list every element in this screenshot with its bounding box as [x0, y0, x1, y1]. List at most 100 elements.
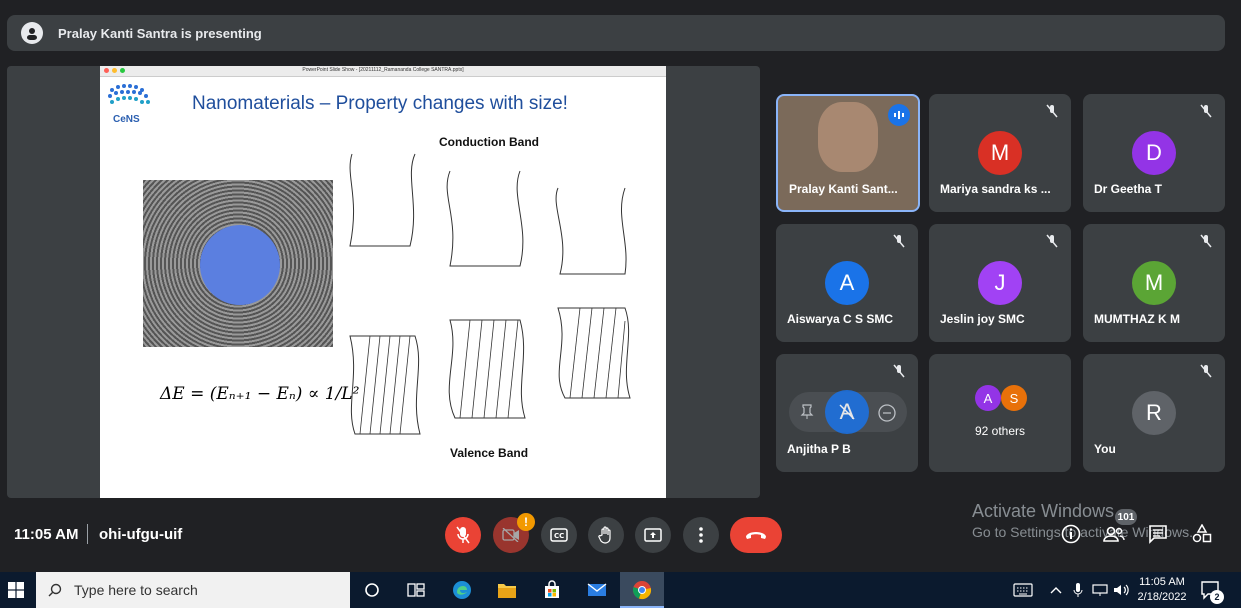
tray-mic[interactable] [1066, 578, 1090, 602]
presenting-text: Pralay Kanti Santra is presenting [58, 25, 262, 41]
cortana-icon [365, 583, 379, 597]
participant-name: Pralay Kanti Sant... [789, 182, 898, 196]
network-icon [1092, 584, 1108, 596]
hang-up-icon [746, 532, 766, 539]
camera-alert-badge: ! [517, 513, 535, 531]
mic-off-icon [1046, 104, 1058, 118]
show-hidden-icons-button[interactable] [1044, 578, 1068, 602]
windows-start-button[interactable] [4, 578, 28, 602]
svg-text:CC: CC [554, 532, 564, 540]
slide-title: Nanomaterials – Property changes with si… [192, 93, 568, 114]
remove-participant-icon[interactable] [877, 403, 897, 423]
band-diagram [349, 153, 631, 435]
chat-icon [1149, 525, 1167, 544]
presenter-avatar [21, 22, 43, 44]
participant-tile-presenter[interactable]: Pralay Kanti Sant... [776, 94, 920, 212]
info-icon [1061, 524, 1081, 544]
folder-icon [498, 584, 516, 598]
windows-taskbar: Type here to search 11:05 AM 2/18/2022 2 [0, 572, 1241, 608]
nanoparticle-highlight [200, 225, 280, 305]
participant-tile[interactable]: A Anjitha P B [776, 354, 918, 472]
chat-button[interactable] [1146, 522, 1170, 546]
more-vert-icon [699, 527, 703, 543]
keyboard-tray-button[interactable] [1011, 578, 1035, 602]
meeting-controls-bar: 11:05 AM ohi-ufgu-uif ! CC 101 [0, 508, 1241, 564]
presenting-banner: Pralay Kanti Santra is presenting [7, 15, 1225, 51]
search-icon [48, 583, 62, 597]
store-icon [545, 580, 559, 598]
taskbar-store[interactable] [540, 578, 564, 602]
show-everyone-button[interactable] [1102, 522, 1126, 546]
participant-name: Aiswarya C S SMC [787, 312, 894, 326]
participant-name: Mariya sandra ks ... [940, 182, 1051, 196]
participant-tile-self[interactable]: R You [1083, 354, 1225, 472]
cortana-button[interactable] [360, 578, 384, 602]
activities-icon [1192, 524, 1212, 543]
taskbar-file-explorer[interactable] [495, 578, 519, 602]
search-placeholder: Type here to search [74, 582, 198, 598]
others-tile[interactable]: A S 92 others [929, 354, 1071, 472]
taskbar-search-box[interactable]: Type here to search [36, 572, 350, 608]
participant-tile[interactable]: D Dr Geetha T [1083, 94, 1225, 212]
task-view-button[interactable] [404, 578, 428, 602]
people-count-badge: 101 [1115, 509, 1137, 525]
tray-network[interactable] [1088, 578, 1112, 602]
leave-call-button[interactable] [730, 517, 782, 553]
taskbar-edge[interactable] [450, 578, 474, 602]
participant-name: Jeslin joy SMC [940, 312, 1025, 326]
captions-button[interactable]: CC [541, 517, 577, 553]
participant-avatar: A [825, 261, 869, 305]
people-icon [1103, 526, 1125, 542]
meeting-time: 11:05 AM [14, 526, 79, 543]
camera-off-icon [502, 528, 519, 542]
others-avatar: S [1001, 385, 1027, 411]
taskbar-mail[interactable] [585, 578, 609, 602]
meeting-code: ohi-ufgu-uif [99, 526, 183, 543]
mail-icon [587, 583, 607, 596]
slideshow-titlebar: PowerPoint Slide Show - [20211112_Ramana… [100, 66, 666, 77]
present-screen-icon [644, 528, 662, 542]
captions-icon: CC [550, 528, 568, 542]
participant-tile[interactable]: J Jeslin joy SMC [929, 224, 1071, 342]
participant-avatar: M [1132, 261, 1176, 305]
activities-button[interactable] [1190, 522, 1214, 546]
participant-tile[interactable]: A Aiswarya C S SMC [776, 224, 918, 342]
participant-avatar: M [978, 131, 1022, 175]
mic-off-icon [1200, 104, 1212, 118]
slideshow-window-title: PowerPoint Slide Show - [20211112_Ramana… [302, 67, 464, 73]
more-options-button[interactable] [683, 517, 719, 553]
valence-band-label: Valence Band [450, 446, 529, 460]
presenter-video [818, 102, 878, 172]
participant-tile[interactable]: M MUMTHAZ K M [1083, 224, 1225, 342]
notification-count-badge: 2 [1210, 590, 1224, 604]
mic-off-icon [1200, 364, 1212, 378]
mute-participant-icon[interactable] [837, 402, 857, 422]
taskbar-chrome-active[interactable] [620, 572, 664, 608]
divider [87, 524, 88, 544]
pin-icon[interactable] [800, 404, 814, 420]
keyboard-icon [1013, 583, 1033, 597]
participant-avatar: R [1132, 391, 1176, 435]
present-now-button[interactable] [635, 517, 671, 553]
participant-name: Dr Geetha T [1094, 182, 1163, 196]
mic-toggle-button[interactable] [445, 517, 481, 553]
participant-name: You [1094, 442, 1116, 456]
edge-icon [453, 581, 471, 599]
clock-time: 11:05 AM [1139, 576, 1185, 588]
participant-avatar: J [978, 261, 1022, 305]
meeting-details-button[interactable] [1059, 522, 1083, 546]
taskbar-clock[interactable]: 11:05 AM 2/18/2022 [1136, 575, 1188, 605]
cens-logo-text: CeNS [113, 114, 140, 125]
mic-off-icon [456, 526, 470, 544]
mic-off-icon [893, 364, 905, 378]
shared-slide: PowerPoint Slide Show - [20211112_Ramana… [100, 66, 666, 498]
raise-hand-button[interactable] [588, 517, 624, 553]
mic-off-icon [1046, 234, 1058, 248]
tray-volume[interactable] [1110, 578, 1134, 602]
chrome-icon [632, 581, 652, 600]
speaker-icon [1114, 584, 1129, 596]
task-view-icon [407, 583, 425, 597]
microphone-icon [1073, 583, 1083, 597]
participant-avatar: D [1132, 131, 1176, 175]
participant-tile[interactable]: M Mariya sandra ks ... [929, 94, 1071, 212]
